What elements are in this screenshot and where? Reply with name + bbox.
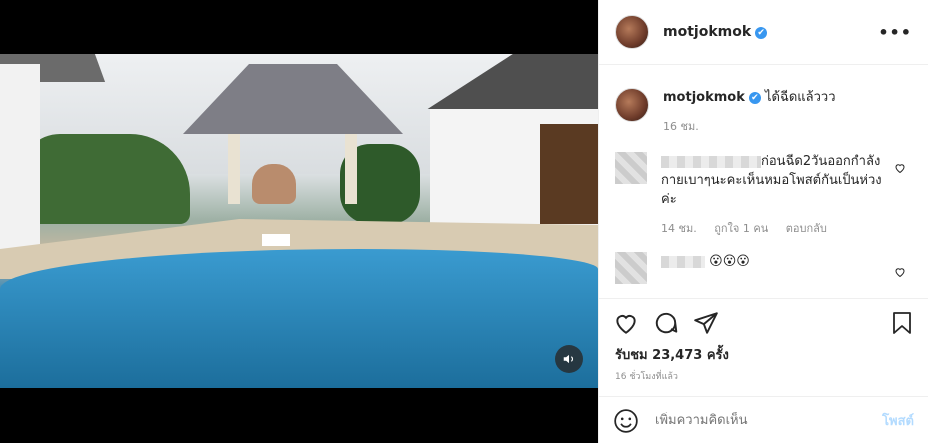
comment-icon[interactable]: [653, 310, 679, 336]
caption-text: ได้ฉีดแล้ววว: [765, 90, 836, 105]
bookmark-icon[interactable]: [890, 310, 914, 336]
emoji-icon[interactable]: [613, 408, 639, 434]
share-icon[interactable]: [693, 310, 719, 336]
view-count[interactable]: รับชม 23,473 ครั้ง: [615, 344, 729, 365]
header-username[interactable]: motjokmok: [663, 24, 751, 40]
video-player[interactable]: [0, 54, 598, 388]
list-item: ก่อนฉีด2วันออกกำลังกายเบาๆนะคะเห็นหมอโพส…: [615, 152, 912, 238]
post-time[interactable]: 16 ชั่วโมงที่แล้ว: [615, 369, 678, 383]
heart-icon[interactable]: [894, 266, 906, 278]
sound-toggle-button[interactable]: [555, 345, 583, 373]
post-header: motjokmok ✔ •••: [599, 0, 928, 65]
video-panel[interactable]: [0, 0, 598, 443]
comment-username[interactable]: [661, 155, 761, 168]
post-comment-button[interactable]: โพสต์: [882, 410, 914, 431]
verified-badge-icon: ✔: [755, 27, 768, 39]
caption: motjokmok ✔ ได้ฉีดแล้ววว 16 ชม.: [615, 88, 912, 136]
caption-username[interactable]: motjokmok: [663, 90, 745, 105]
avatar[interactable]: [615, 152, 647, 184]
comments-list[interactable]: motjokmok ✔ ได้ฉีดแล้ววว 16 ชม. ก่อนฉีด2ว…: [599, 82, 928, 294]
speaker-icon: [563, 354, 574, 364]
reply-button[interactable]: ตอบกลับ: [786, 222, 827, 235]
comment-likes[interactable]: ถูกใจ 1 คน: [714, 222, 768, 235]
more-options-icon[interactable]: •••: [878, 23, 912, 42]
caption-time[interactable]: 16 ชม.: [663, 120, 699, 133]
verified-badge-icon: ✔: [748, 92, 761, 104]
avatar[interactable]: [615, 88, 649, 122]
heart-icon[interactable]: [613, 310, 639, 336]
avatar[interactable]: [615, 15, 649, 49]
action-bar: [599, 298, 928, 346]
heart-icon[interactable]: [894, 162, 906, 174]
comment-input[interactable]: [653, 412, 883, 429]
list-item: 😮😮😮: [615, 252, 912, 284]
comment-time[interactable]: 14 ชม.: [661, 222, 697, 235]
avatar[interactable]: [615, 252, 647, 284]
comment-composer: โพสต์: [599, 396, 928, 444]
comment-username[interactable]: [661, 255, 705, 268]
comment-text: 😮😮😮: [709, 254, 750, 269]
post-sidebar: motjokmok ✔ ••• motjokmok ✔ ได้ฉีดแล้ววว 1…: [598, 0, 928, 443]
